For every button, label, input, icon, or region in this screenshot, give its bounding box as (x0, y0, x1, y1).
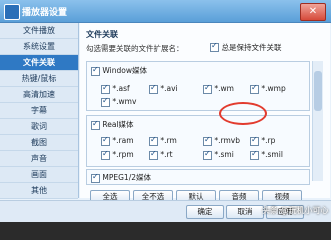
option-wmv[interactable]: *.wmv (101, 96, 137, 107)
sidebar-item-hotkeys[interactable]: 热键/鼠标 (0, 71, 78, 87)
option-wmp[interactable]: *.wmp (250, 83, 286, 94)
sidebar-item-other[interactable]: 其他 (0, 183, 78, 199)
checkbox-ram[interactable] (101, 135, 110, 146)
label-rmvb: *.rmvb (214, 136, 240, 145)
always-keep-checkbox[interactable] (210, 41, 219, 52)
sidebar-item-screenshot[interactable]: 截图 (0, 135, 78, 151)
close-button[interactable]: ✕ (300, 3, 326, 21)
option-asf[interactable]: *.asf (101, 83, 130, 94)
sidebar-item-picture[interactable]: 画面 (0, 167, 78, 183)
group-mpeg-media-header[interactable]: MPEG1/2媒体 (91, 172, 151, 183)
ok-button[interactable]: 确定 (186, 205, 224, 219)
checkbox-rt[interactable] (149, 149, 158, 160)
option-avi[interactable]: *.avi (149, 83, 178, 94)
checkbox-wm[interactable] (203, 83, 212, 94)
group-window-media: Window媒体 *.asf *.avi *.wm *.wmp *.wmv (86, 61, 310, 111)
option-ram[interactable]: *.ram (101, 135, 134, 146)
sidebar-item-system-settings[interactable]: 系统设置 (0, 39, 78, 55)
player-logo-icon (4, 4, 20, 20)
label-rp: *.rp (261, 136, 276, 145)
label-asf: *.asf (112, 84, 130, 93)
checkbox-rm[interactable] (149, 135, 158, 146)
always-keep-label: 总是保持文件关联 (221, 43, 282, 52)
window-title: 播放器设置 (22, 8, 68, 18)
option-rmvb[interactable]: *.rmvb (203, 135, 240, 146)
always-keep-association[interactable]: 总是保持文件关联 (210, 41, 282, 53)
label-wmv: *.wmv (112, 97, 137, 106)
checkbox-wmp[interactable] (250, 83, 259, 94)
option-wm[interactable]: *.wm (203, 83, 234, 94)
label-smil: *.smil (261, 150, 283, 159)
title-bar: 播放器设置 ✕ (0, 0, 331, 23)
checkbox-asf[interactable] (101, 83, 110, 94)
mpeg-media-checkbox[interactable] (91, 172, 100, 183)
option-rm[interactable]: *.rm (149, 135, 177, 146)
checkbox-wmv[interactable] (101, 96, 110, 107)
checkbox-rpm[interactable] (101, 149, 110, 160)
option-rt[interactable]: *.rt (149, 149, 173, 160)
section-title: 文件关联 (86, 30, 118, 39)
settings-content: 文件关联 勾选需要关联的文件扩展名： 总是保持文件关联 Window媒体 *.a… (80, 23, 330, 198)
checkbox-avi[interactable] (149, 83, 158, 94)
label-wm: *.wm (214, 84, 234, 93)
label-smi: *.smi (214, 150, 234, 159)
sidebar-item-hd-acceleration[interactable]: 高清加速 (0, 87, 78, 103)
group-real-media-header[interactable]: Real媒体 (91, 119, 134, 130)
checkbox-rp[interactable] (250, 135, 259, 146)
label-rm: *.rm (160, 136, 177, 145)
window-media-checkbox[interactable] (91, 65, 100, 76)
settings-sidebar: 文件播放 系统设置 文件关联 热键/鼠标 高清加速 字幕 歌词 截图 声音 画面… (0, 23, 79, 199)
checkbox-smi[interactable] (203, 149, 212, 160)
group-real-media: Real媒体 *.ram *.rm *.rmvb *.rp *.rpm *.rt… (86, 115, 310, 167)
group-mpeg-media: MPEG1/2媒体 (86, 169, 310, 185)
sidebar-item-file-playback[interactable]: 文件播放 (0, 23, 78, 39)
mpeg-media-label: MPEG1/2媒体 (102, 173, 152, 182)
sidebar-item-subtitles[interactable]: 字幕 (0, 103, 78, 119)
label-rt: *.rt (160, 150, 173, 159)
sidebar-item-lyrics[interactable]: 歌词 (0, 119, 78, 135)
scrollbar-thumb[interactable] (314, 71, 322, 111)
sidebar-item-file-association[interactable]: 文件关联 (0, 55, 78, 71)
group-window-media-header[interactable]: Window媒体 (91, 65, 147, 76)
watermark-text: 头条 @玩机小可心 (262, 206, 329, 215)
label-ram: *.ram (112, 136, 134, 145)
checkbox-rmvb[interactable] (203, 135, 212, 146)
window-media-label: Window媒体 (102, 66, 147, 75)
real-media-label: Real媒体 (102, 120, 134, 129)
option-smi[interactable]: *.smi (203, 149, 234, 160)
label-rpm: *.rpm (112, 150, 134, 159)
options-scrollbar[interactable] (312, 61, 323, 181)
sidebar-item-sound[interactable]: 声音 (0, 151, 78, 167)
highlight-circle-annotation (219, 102, 267, 125)
cancel-button[interactable]: 取消 (226, 205, 264, 219)
label-avi: *.avi (160, 84, 178, 93)
hint-text: 勾选需要关联的文件扩展名： (86, 44, 184, 53)
option-rpm[interactable]: *.rpm (101, 149, 134, 160)
option-rp[interactable]: *.rp (250, 135, 276, 146)
label-wmp: *.wmp (261, 84, 286, 93)
settings-window: 播放器设置 ✕ 文件播放 系统设置 文件关联 热键/鼠标 高清加速 字幕 歌词 … (0, 0, 331, 222)
real-media-checkbox[interactable] (91, 119, 100, 130)
checkbox-smil[interactable] (250, 149, 259, 160)
option-smil[interactable]: *.smil (250, 149, 283, 160)
